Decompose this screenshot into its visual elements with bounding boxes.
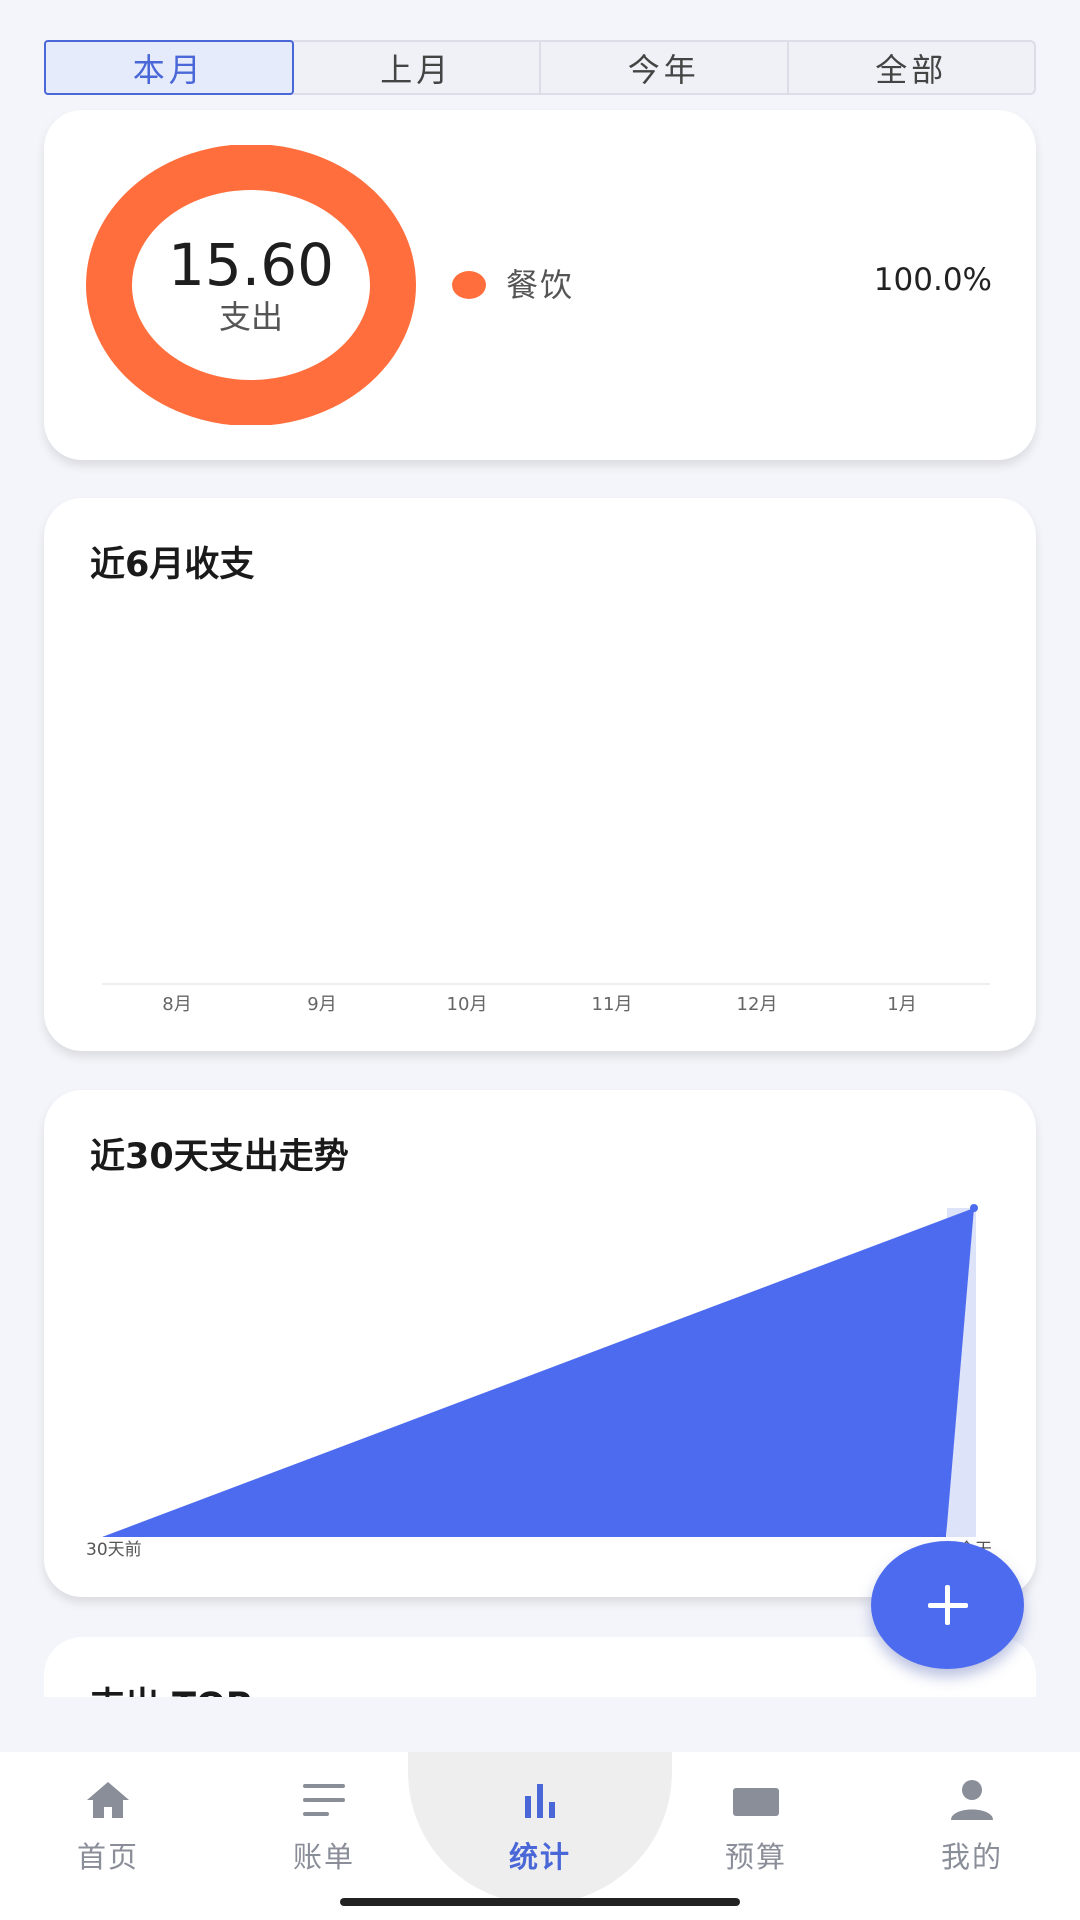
donut-center: 15.60 支出 — [86, 145, 416, 425]
nav-bills[interactable]: 账单 — [244, 1776, 404, 1886]
x-tick-label: 11月 — [591, 994, 633, 1015]
bar-chart-icon — [525, 1784, 555, 1818]
legend-dot-catering — [452, 271, 486, 299]
top-expense-title: 支出 TOP — [90, 1677, 251, 1697]
bottom-navigation: 首页 账单 统计 预算 我的 — [0, 1752, 1080, 1920]
expense-total: 15.60 — [167, 231, 335, 299]
nav-budget[interactable]: 预算 — [676, 1776, 836, 1886]
thirty-day-trend-card: 近30天支出走势 30天前 今天 — [44, 1090, 1036, 1597]
x-tick-label: 9月 — [307, 994, 337, 1015]
trend-start-label: 30天前 — [86, 1540, 142, 1560]
expense-label: 支出 — [218, 298, 283, 336]
trend-area-fill — [102, 1208, 974, 1537]
nav-profile[interactable]: 我的 — [892, 1776, 1052, 1886]
period-tabs: 本月 上月 今年 全部 — [44, 40, 1036, 95]
legend-percent-catering: 100.0% — [873, 262, 992, 298]
user-icon — [951, 1780, 993, 1820]
six-month-card: 近6月收支 8月 9月 10月 11月 12月 1月 — [44, 498, 1036, 1051]
x-tick-label: 10月 — [446, 994, 488, 1015]
nav-profile-label: 我的 — [940, 1840, 1003, 1874]
home-indicator — [340, 1898, 740, 1906]
top-expense-card: 支出 TOP — [44, 1637, 1036, 1697]
x-tick-label: 1月 — [887, 994, 917, 1015]
tab-last-month[interactable]: 上月 — [294, 42, 541, 93]
x-tick-label: 8月 — [162, 994, 192, 1015]
nav-stats[interactable]: 统计 — [460, 1776, 620, 1886]
trend-end-point — [970, 1204, 978, 1212]
nav-budget-label: 预算 — [724, 1840, 787, 1874]
nav-bills-label: 账单 — [292, 1840, 355, 1874]
home-icon — [87, 1782, 129, 1818]
list-icon — [303, 1784, 345, 1816]
wallet-icon — [733, 1788, 779, 1816]
trend-area-chart — [102, 1204, 978, 1537]
tab-all[interactable]: 全部 — [789, 42, 1035, 93]
add-record-button[interactable] — [871, 1541, 1024, 1669]
x-axis-line — [102, 983, 990, 985]
six-month-title: 近6月收支 — [90, 545, 255, 585]
scroll-area-end — [0, 1697, 1080, 1752]
nav-home[interactable]: 首页 — [28, 1776, 188, 1886]
nav-stats-label: 统计 — [508, 1840, 571, 1874]
x-tick-label: 12月 — [736, 994, 778, 1015]
tab-this-month[interactable]: 本月 — [44, 40, 294, 95]
tab-this-year[interactable]: 今年 — [541, 42, 789, 93]
legend-name-catering: 餐饮 — [506, 266, 575, 304]
plus-icon-stroke — [945, 1585, 950, 1625]
category-summary-card: 15.60 支出 餐饮 100.0% — [44, 110, 1036, 460]
nav-home-label: 首页 — [76, 1840, 139, 1874]
